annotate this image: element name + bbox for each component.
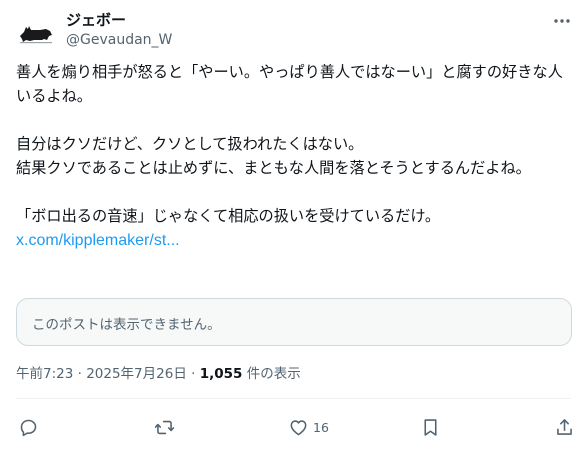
tweet-header: ジェボー @Gevaudan_W xyxy=(16,8,575,52)
like-button[interactable]: 16 xyxy=(288,412,329,442)
repost-icon xyxy=(154,420,175,434)
avatar[interactable] xyxy=(16,12,56,52)
tweet-time[interactable]: 午前7:23 xyxy=(16,366,73,382)
like-count: 16 xyxy=(313,419,329,435)
tweet-date[interactable]: 2025年7月26日 xyxy=(86,366,187,382)
view-label: 件の表示 xyxy=(242,366,301,382)
ellipsis-icon xyxy=(554,19,570,23)
share-icon xyxy=(557,418,572,435)
heart-icon xyxy=(290,419,307,435)
share-button[interactable] xyxy=(554,412,575,442)
quote-unavailable-box: このポストは表示できません。 xyxy=(16,298,572,346)
tweet-paragraph-2-line-2: 結果クソであることは止めずに、まともな人間を落とそうとするんだよね。 xyxy=(16,159,531,177)
tweet-link[interactable]: x.com/kipplemaker/st... xyxy=(16,232,180,249)
quote-unavailable-text: このポストは表示できません。 xyxy=(32,317,221,333)
action-bar: 16 xyxy=(16,412,577,442)
bookmark-button[interactable] xyxy=(420,412,441,442)
tweet-text: 善人を煽り相手が怒ると「やーい。やっぱり善人ではなーい」と腐すの好きな人いるよね… xyxy=(16,60,572,253)
tweet-paragraph-3: 「ボロ出るの音速」じゃなくて相応の扱いを受けているだけ。 xyxy=(16,207,441,225)
more-options-button[interactable] xyxy=(551,12,573,30)
author-names: ジェボー @Gevaudan_W xyxy=(66,10,172,50)
tweet-paragraph-1: 善人を煽り相手が怒ると「やーい。やっぱり善人ではなーい」と腐すの好きな人いるよね… xyxy=(16,63,563,105)
bookmark-icon xyxy=(424,418,437,436)
reply-icon xyxy=(20,419,37,436)
repost-button[interactable] xyxy=(154,412,175,442)
reply-button[interactable] xyxy=(18,412,39,442)
tweet-paragraph-2-line-1: 自分はクソだけど、クソとして扱われたくはない。 xyxy=(16,135,364,153)
meta-separator: · xyxy=(73,366,87,382)
meta-separator: · xyxy=(186,366,200,382)
view-count: 1,055 xyxy=(199,366,243,382)
tweet-meta: 午前7:23 · 2025年7月26日 · 1,055 件の表示 xyxy=(16,364,301,384)
display-name[interactable]: ジェボー xyxy=(66,10,172,30)
wolf-silhouette-icon xyxy=(20,26,52,44)
divider xyxy=(16,398,571,399)
handle[interactable]: @Gevaudan_W xyxy=(66,30,172,50)
